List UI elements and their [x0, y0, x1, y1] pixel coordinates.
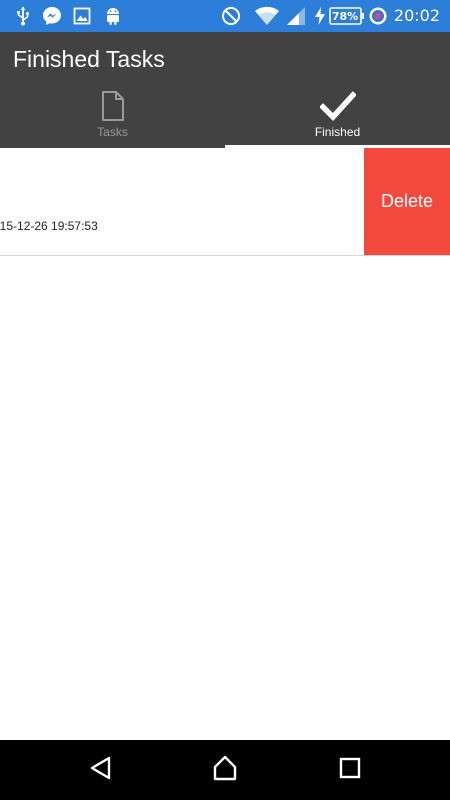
- back-button[interactable]: [86, 755, 116, 785]
- task-list: f 015-12-26 19:57:53 Delete: [0, 148, 450, 256]
- checkmark-icon: [318, 90, 357, 126]
- battery-percent: 78%: [331, 9, 359, 23]
- android-icon: [103, 5, 123, 27]
- nav-bar: [0, 740, 450, 800]
- messenger-icon: [40, 5, 64, 27]
- back-icon: [88, 755, 114, 785]
- task-date: 015-12-26 19:57:53: [0, 219, 98, 233]
- app-notification-icon: [367, 5, 389, 27]
- do-not-disturb-icon: [220, 5, 242, 27]
- signal-icon: [286, 5, 306, 27]
- list-item[interactable]: f 015-12-26 19:57:53 Delete: [0, 148, 450, 256]
- app-bar: Finished Tasks Tasks Finished: [0, 32, 450, 148]
- wifi-icon: [254, 5, 280, 27]
- recents-button[interactable]: [335, 755, 365, 785]
- usb-icon: [14, 5, 32, 27]
- document-icon: [100, 90, 126, 126]
- tab-finished[interactable]: Finished: [225, 88, 450, 148]
- delete-button[interactable]: Delete: [364, 148, 450, 255]
- status-bar: 78% 20:02: [0, 0, 450, 32]
- home-button[interactable]: [210, 755, 240, 785]
- screen: 78% 20:02 Finished Tasks Tasks Finished …: [0, 0, 450, 800]
- home-icon: [211, 754, 239, 786]
- battery-icon: 78%: [329, 5, 365, 27]
- page-title: Finished Tasks: [13, 46, 165, 72]
- clock: 20:02: [393, 6, 440, 25]
- tab-tasks[interactable]: Tasks: [0, 88, 225, 148]
- tab-tasks-label: Tasks: [97, 125, 128, 139]
- charging-icon: [313, 5, 327, 27]
- image-icon: [72, 5, 92, 27]
- tab-finished-label: Finished: [314, 125, 361, 139]
- task-content[interactable]: f 015-12-26 19:57:53: [0, 148, 364, 255]
- recents-icon: [338, 756, 362, 784]
